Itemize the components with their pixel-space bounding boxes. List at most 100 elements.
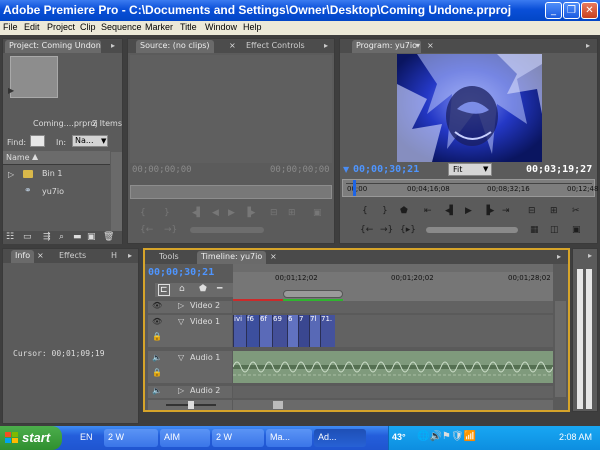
automate-icon[interactable]: ⇶ [43,232,51,242]
in-out-icon[interactable]: ━ [217,284,222,294]
jog-shuttle[interactable] [190,227,264,233]
timeline-vertical-scrollbar[interactable] [555,301,566,397]
new-bin-icon[interactable]: ▬ [73,232,82,242]
panel-menu-icon[interactable]: ▸ [586,41,590,50]
scrollbar-thumb[interactable] [273,401,283,409]
timeline-timecode[interactable]: 00;00;30;21 [148,267,214,278]
collapse-triangle-icon[interactable]: ▽ [178,353,184,362]
tab-project[interactable]: Project: Coming Undone [5,40,101,53]
snap-icon[interactable]: ⊏ [158,284,170,296]
restore-button[interactable]: ❐ [563,2,580,19]
play-thumbnail-icon[interactable]: ▶ [8,86,14,95]
viewing-area-bar[interactable] [233,264,553,272]
trash-icon[interactable]: 🗑 [103,232,114,242]
track-video1[interactable]: ivi f6 6f 69 6 7 7l 71. [233,315,553,347]
speaker-icon[interactable]: 🔈 [152,386,162,395]
go-to-in-icon[interactable]: {← [140,225,153,235]
panel-menu-icon[interactable]: ▸ [557,252,561,261]
marker-icon[interactable]: ⬟ [400,206,408,216]
menu-project[interactable]: Project [47,22,75,32]
edge-icon[interactable]: ⌂ [179,284,185,294]
insert-icon[interactable]: ⊟ [270,208,278,218]
tab-effects[interactable]: Effects [55,250,90,263]
tab-history[interactable]: H [107,250,121,263]
close-icon[interactable]: × [270,252,277,261]
name-column-label[interactable]: Name [6,153,30,162]
close-button[interactable]: ✕ [581,2,598,19]
eye-icon[interactable]: 👁 [152,301,162,310]
menu-sequence[interactable]: Sequence [101,22,142,32]
export-frame-icon[interactable]: ▣ [313,208,322,218]
eye-icon[interactable]: 👁 [152,317,162,326]
program-timecode[interactable]: 00;00;30;21 [353,164,419,175]
overlay-icon[interactable]: ⊞ [288,208,296,218]
source-time-ruler[interactable] [130,185,332,199]
menu-edit[interactable]: Edit [24,22,40,32]
close-icon[interactable]: × [229,41,236,50]
set-in-icon[interactable]: { [362,206,368,216]
go-to-next-icon[interactable]: ⇥ [502,206,510,216]
lock-icon[interactable]: 🔒 [152,368,162,377]
timeline-horizontal-scrollbar[interactable] [233,400,553,410]
tab-timeline[interactable]: Timeline: yu7io [197,251,267,264]
trim-icon[interactable]: ✂ [572,206,580,216]
chevron-down-icon[interactable]: ▼ [101,137,106,145]
timeline-ruler[interactable]: 00;01;12;02 00;01;20;02 00;01;28;02 [233,264,553,302]
icon-view-icon[interactable]: ▭ [23,232,32,242]
clock[interactable]: 2:08 AM [559,432,592,442]
expand-triangle-icon[interactable]: ▷ [8,170,14,179]
zoom-slider-thumb[interactable] [188,401,194,409]
export-frame-icon[interactable]: ▣ [572,225,581,235]
expand-triangle-icon[interactable]: ▷ [178,301,184,310]
task-button-word[interactable]: 2 W [104,429,158,447]
video-clip-strip[interactable]: ivi f6 6f 69 6 7 7l 71. [233,315,335,347]
set-out-icon[interactable]: } [164,208,170,218]
panel-menu-icon[interactable]: ▸ [111,41,115,50]
list-view-icon[interactable]: ☷ [6,232,14,242]
program-time-ruler[interactable]: 00;00 00;04;16;08 00;08;32;16 00;12;48 [342,179,598,197]
step-forward-icon[interactable]: ▐▸ [483,206,494,216]
menu-title[interactable]: Title [180,22,197,32]
playhead[interactable] [353,180,356,196]
zoom-slider[interactable] [148,400,232,410]
panel-menu-icon[interactable]: ▸ [128,251,132,260]
track-video2[interactable] [233,301,553,313]
speaker-icon[interactable]: 🔈 [152,353,162,362]
close-icon[interactable]: × [427,41,434,50]
go-to-previous-icon[interactable]: ⇤ [424,206,432,216]
project-scrollbar[interactable] [111,152,122,232]
lift-icon[interactable]: ⊟ [528,206,536,216]
tab-source[interactable]: Source: (no clips) [136,40,214,53]
source-timecode[interactable]: 00;00;00;00 [132,165,192,175]
rewind-icon[interactable]: ◀ [212,208,219,218]
tray-icons[interactable]: 🌐🔊⚑🛡📶 [417,431,476,442]
play-icon[interactable]: ▶ [228,208,235,218]
panel-menu-icon[interactable]: ▸ [324,41,328,50]
menu-file[interactable]: File [3,22,18,32]
minimize-button[interactable]: _ [545,2,562,19]
tab-tools[interactable]: Tools [155,251,183,264]
go-to-out-icon[interactable]: →} [164,225,177,235]
tab-program[interactable]: Program: yu7io [352,40,422,53]
step-back-icon[interactable]: ◂▌ [445,206,456,216]
panel-menu-icon[interactable]: ▸ [588,251,592,260]
task-button-aim[interactable]: AIM [160,429,210,447]
tab-info[interactable]: Info [11,250,35,263]
task-button-premiere[interactable]: Ad... [314,429,366,447]
safe-margins-icon[interactable]: ▦ [530,225,539,235]
extract-icon[interactable]: ⊞ [550,206,558,216]
language-indicator[interactable]: EN [80,432,93,442]
find-icon[interactable]: ⌕ [59,232,64,242]
track-audio1[interactable] [232,351,554,383]
menu-clip[interactable]: Clip [80,22,96,32]
step-back-icon[interactable]: ◂▌ [192,208,203,218]
collapse-triangle-icon[interactable]: ▽ [178,317,184,326]
marker-icon[interactable]: ⬟ [199,284,207,294]
lock-icon[interactable]: 🔒 [152,332,162,341]
sort-ascending-icon[interactable]: ▲ [32,152,38,161]
close-icon[interactable]: × [37,251,44,260]
go-to-in-icon[interactable]: {← [360,225,373,235]
jog-shuttle[interactable] [426,227,518,233]
new-item-icon[interactable]: ▣ [87,232,96,242]
list-item-sequence[interactable]: ⚭ yu7io [3,185,110,202]
